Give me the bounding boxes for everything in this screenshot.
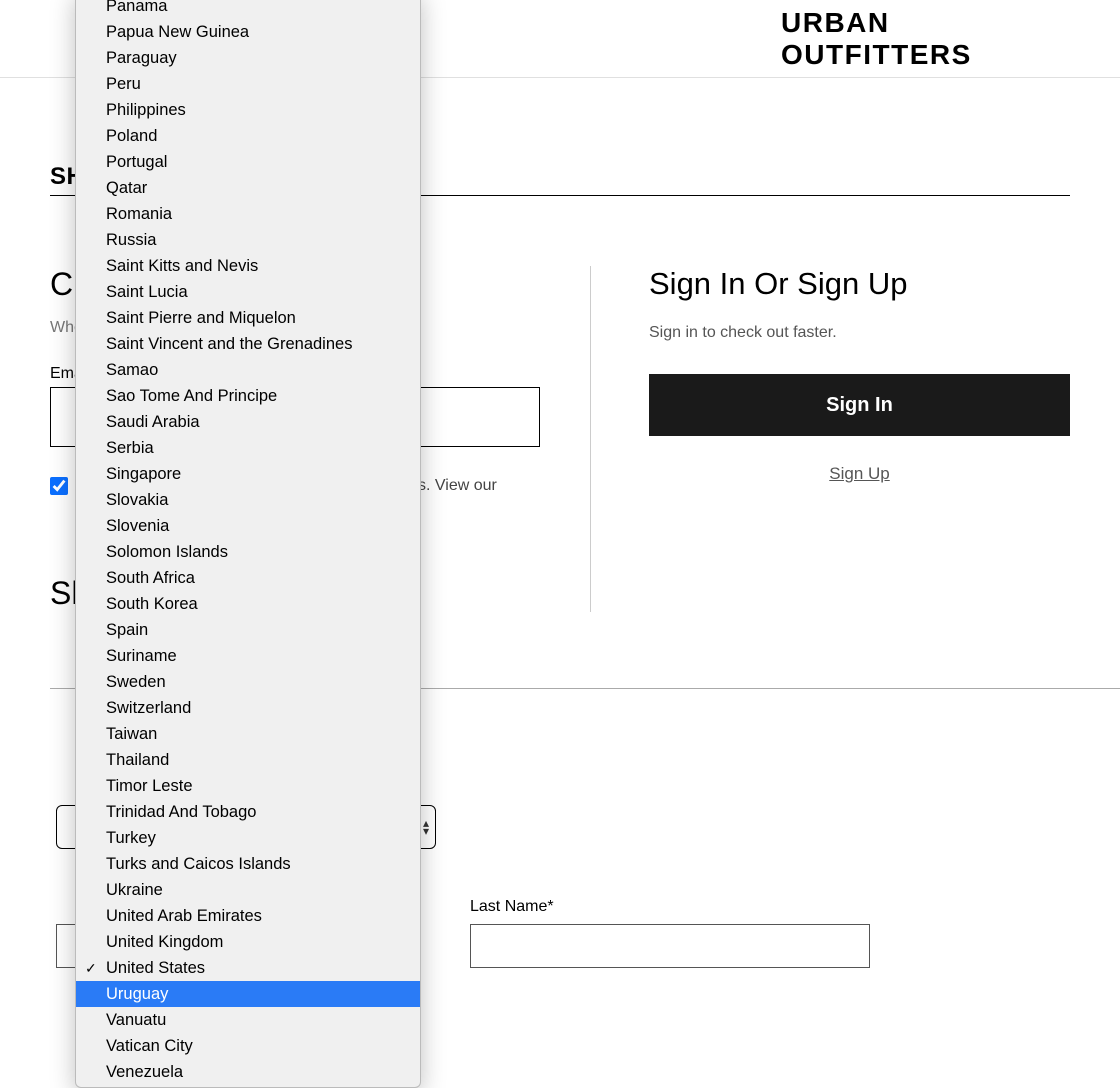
country-option[interactable]: Qatar <box>76 175 420 201</box>
country-option[interactable]: Saint Pierre and Miquelon <box>76 305 420 331</box>
country-option[interactable]: Serbia <box>76 435 420 461</box>
country-option[interactable]: United Arab Emirates <box>76 903 420 929</box>
country-option[interactable]: Slovakia <box>76 487 420 513</box>
country-option[interactable]: Saint Kitts and Nevis <box>76 253 420 279</box>
country-option[interactable]: Solomon Islands <box>76 539 420 565</box>
country-option[interactable]: Turks and Caicos Islands <box>76 851 420 877</box>
country-dropdown[interactable]: PanamaPapua New GuineaParaguayPeruPhilip… <box>75 0 421 1088</box>
country-option[interactable]: Peru <box>76 71 420 97</box>
country-option[interactable]: United Kingdom <box>76 929 420 955</box>
country-option[interactable]: Sao Tome And Principe <box>76 383 420 409</box>
country-option[interactable]: Saudi Arabia <box>76 409 420 435</box>
country-option[interactable]: Saint Lucia <box>76 279 420 305</box>
country-option[interactable]: Sweden <box>76 669 420 695</box>
country-option[interactable]: Trinidad And Tobago <box>76 799 420 825</box>
country-option[interactable]: Vatican City <box>76 1033 420 1059</box>
country-option[interactable]: Spain <box>76 617 420 643</box>
country-option[interactable]: South Korea <box>76 591 420 617</box>
signin-subheading: Sign in to check out faster. <box>649 324 1070 342</box>
country-option[interactable]: Taiwan <box>76 721 420 747</box>
country-option[interactable]: Ukraine <box>76 877 420 903</box>
last-name-field[interactable] <box>470 924 870 968</box>
signup-link[interactable]: Sign Up <box>649 464 1070 484</box>
country-option[interactable]: Philippines <box>76 97 420 123</box>
country-option[interactable]: Uruguay <box>76 981 420 1007</box>
signin-column: Sign In Or Sign Up Sign in to check out … <box>590 266 1070 612</box>
country-option[interactable]: Poland <box>76 123 420 149</box>
country-option[interactable]: Turkey <box>76 825 420 851</box>
select-arrows-icon: ▴▾ <box>423 819 429 835</box>
country-option[interactable]: Papua New Guinea <box>76 19 420 45</box>
country-option[interactable]: Slovenia <box>76 513 420 539</box>
country-option[interactable]: Panama <box>76 0 420 19</box>
signin-button[interactable]: Sign In <box>649 374 1070 436</box>
country-option[interactable]: Timor Leste <box>76 773 420 799</box>
country-option[interactable]: Switzerland <box>76 695 420 721</box>
country-option[interactable]: Suriname <box>76 643 420 669</box>
signin-heading: Sign In Or Sign Up <box>649 266 1070 302</box>
consent-checkbox[interactable] <box>50 477 68 495</box>
brand-logo[interactable]: URBAN OUTFITTERS <box>781 7 1007 71</box>
country-option[interactable]: Paraguay <box>76 45 420 71</box>
country-option[interactable]: Portugal <box>76 149 420 175</box>
country-option[interactable]: Vanuatu <box>76 1007 420 1033</box>
country-option[interactable]: Russia <box>76 227 420 253</box>
country-option[interactable]: South Africa <box>76 565 420 591</box>
country-option[interactable]: Singapore <box>76 461 420 487</box>
last-name-label: Last Name* <box>470 898 554 916</box>
country-option[interactable]: Romania <box>76 201 420 227</box>
country-option[interactable]: Saint Vincent and the Grenadines <box>76 331 420 357</box>
country-option[interactable]: Venezuela <box>76 1059 420 1085</box>
country-option[interactable]: United States <box>76 955 420 981</box>
country-option[interactable]: Samao <box>76 357 420 383</box>
country-option[interactable]: Thailand <box>76 747 420 773</box>
